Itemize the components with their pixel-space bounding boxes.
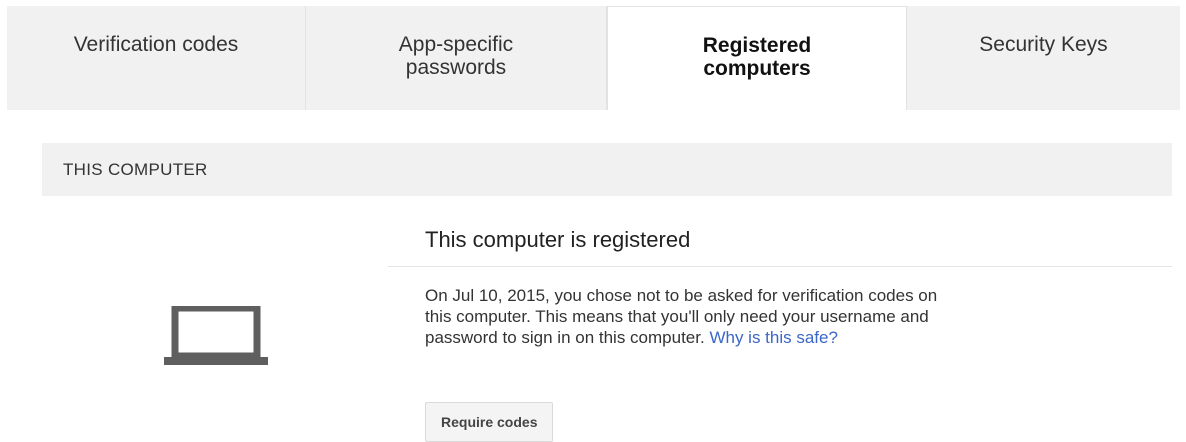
laptop-icon (164, 304, 268, 366)
tab-app-specific-passwords[interactable]: App-specific passwords (306, 6, 607, 110)
tab-registered-computers[interactable]: Registered computers (607, 6, 907, 110)
registration-description: On Jul 10, 2015, you chose not to be ask… (388, 267, 1125, 348)
tab-bar: Verification codes App-specific password… (7, 6, 1180, 110)
tab-security-keys-label: Security Keys (979, 33, 1108, 56)
tab-verification-codes[interactable]: Verification codes (7, 6, 306, 110)
section-header: THIS COMPUTER (42, 143, 1172, 196)
tab-security-keys[interactable]: Security Keys (907, 6, 1180, 110)
section-header-title: THIS COMPUTER (63, 160, 208, 179)
tab-app-specific-passwords-label: App-specific passwords (398, 33, 514, 79)
why-is-this-safe-link[interactable]: Why is this safe? (709, 328, 838, 347)
registration-description-text: On Jul 10, 2015, you chose not to be ask… (425, 286, 938, 347)
registration-heading: This computer is registered (425, 227, 691, 252)
registration-panel: This computer is registered On Jul 10, 2… (388, 222, 1172, 348)
tab-registered-computers-label: Registered computers (702, 34, 812, 80)
tab-verification-codes-label: Verification codes (73, 33, 239, 56)
require-codes-button[interactable]: Require codes (425, 402, 554, 442)
